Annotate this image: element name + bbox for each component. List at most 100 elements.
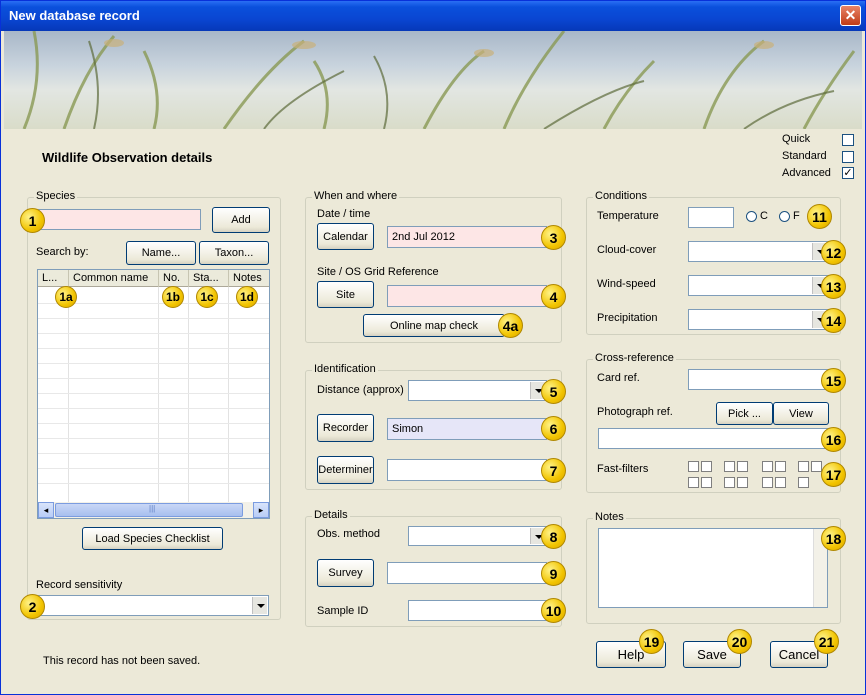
site-grid-ref-field[interactable] bbox=[387, 285, 547, 307]
search-by-taxon-button[interactable]: Taxon... bbox=[199, 241, 269, 265]
obs-method-select[interactable] bbox=[408, 526, 547, 546]
fast-filters-label: Fast-filters bbox=[597, 463, 649, 475]
record-sensitivity-select[interactable] bbox=[38, 595, 269, 616]
mode-label-advanced: Advanced bbox=[782, 167, 831, 179]
callout-badge-2: 2 bbox=[20, 594, 45, 619]
callout-badge-14: 14 bbox=[821, 308, 846, 333]
callout-badge-1b: 1b bbox=[162, 286, 184, 308]
callout-badge-8: 8 bbox=[541, 524, 566, 549]
determiner-button[interactable]: Determiner bbox=[317, 456, 374, 484]
search-by-name-button[interactable]: Name... bbox=[126, 241, 196, 265]
callout-badge-5: 5 bbox=[541, 379, 566, 404]
fast-filter-13[interactable] bbox=[762, 477, 773, 488]
scroll-thumb[interactable]: ||| bbox=[55, 503, 243, 517]
close-button[interactable]: ✕ bbox=[840, 5, 861, 26]
callout-badge-18: 18 bbox=[821, 526, 846, 551]
celsius-radio[interactable] bbox=[746, 211, 757, 222]
callout-badge-13: 13 bbox=[821, 274, 846, 299]
horizontal-scrollbar[interactable]: ◂ ||| ▸ bbox=[38, 502, 269, 518]
fast-filter-15[interactable] bbox=[798, 477, 809, 488]
fahrenheit-label: F bbox=[793, 210, 800, 222]
cloud-cover-select[interactable] bbox=[688, 241, 829, 262]
scroll-left-button[interactable]: ◂ bbox=[38, 502, 54, 518]
fahrenheit-radio[interactable] bbox=[779, 211, 790, 222]
column-header-notes[interactable]: Notes bbox=[229, 270, 269, 287]
temperature-field[interactable] bbox=[688, 207, 734, 228]
wind-speed-select[interactable] bbox=[688, 275, 829, 296]
callout-badge-1a: 1a bbox=[55, 286, 77, 308]
sample-id-field[interactable] bbox=[408, 600, 547, 621]
column-header-status[interactable]: Sta... bbox=[189, 270, 229, 287]
fast-filter-7[interactable] bbox=[798, 461, 809, 472]
survey-field[interactable] bbox=[387, 562, 547, 584]
fast-filter-9[interactable] bbox=[688, 477, 699, 488]
grass-image bbox=[22, 31, 856, 129]
callout-badge-11: 11 bbox=[807, 204, 832, 229]
date-field[interactable]: 2nd Jul 2012 bbox=[387, 226, 547, 248]
notes-group-title: Notes bbox=[593, 511, 626, 523]
photograph-ref-field[interactable] bbox=[598, 428, 828, 449]
callout-badge-9: 9 bbox=[541, 561, 566, 586]
site-button[interactable]: Site bbox=[317, 281, 374, 308]
scroll-right-button[interactable]: ▸ bbox=[253, 502, 269, 518]
distance-select[interactable] bbox=[408, 380, 547, 401]
chevron-down-icon[interactable] bbox=[252, 597, 267, 614]
table-header: L... Common name No. Sta... Notes bbox=[38, 270, 269, 287]
window-title: New database record bbox=[9, 8, 140, 23]
pick-photo-button[interactable]: Pick ... bbox=[716, 402, 773, 425]
wind-speed-label: Wind-speed bbox=[597, 278, 656, 290]
fast-filter-4[interactable] bbox=[737, 461, 748, 472]
survey-button[interactable]: Survey bbox=[317, 559, 374, 587]
callout-badge-16: 16 bbox=[821, 427, 846, 452]
determiner-field[interactable] bbox=[387, 459, 547, 481]
notes-textarea[interactable] bbox=[598, 528, 828, 608]
header-banner-image bbox=[4, 31, 862, 129]
fast-filter-6[interactable] bbox=[775, 461, 786, 472]
add-species-button[interactable]: Add bbox=[212, 207, 270, 233]
species-list-table[interactable]: L... Common name No. Sta... Notes ◂ ||| … bbox=[37, 269, 270, 519]
mode-label-standard: Standard bbox=[782, 150, 827, 162]
precipitation-select[interactable] bbox=[688, 309, 829, 330]
fast-filter-10[interactable] bbox=[701, 477, 712, 488]
date-time-label: Date / time bbox=[317, 208, 371, 220]
cloud-cover-label: Cloud-cover bbox=[597, 244, 657, 256]
column-header-common-name[interactable]: Common name bbox=[69, 270, 159, 287]
load-species-checklist-button[interactable]: Load Species Checklist bbox=[82, 527, 223, 550]
fast-filter-5[interactable] bbox=[762, 461, 773, 472]
callout-badge-20: 20 bbox=[727, 629, 752, 654]
fast-filter-2[interactable] bbox=[701, 461, 712, 472]
fast-filter-12[interactable] bbox=[737, 477, 748, 488]
quick-checkbox[interactable] bbox=[842, 134, 854, 146]
site-grid-ref-label: Site / OS Grid Reference bbox=[317, 266, 439, 278]
calendar-button[interactable]: Calendar bbox=[317, 223, 374, 250]
fast-filter-14[interactable] bbox=[775, 477, 786, 488]
advanced-checkbox[interactable]: ✓ bbox=[842, 167, 854, 179]
when-where-group-title: When and where bbox=[312, 190, 400, 202]
details-group-title: Details bbox=[312, 509, 350, 521]
online-map-check-button[interactable]: Online map check bbox=[363, 314, 505, 337]
view-photo-button[interactable]: View bbox=[773, 402, 829, 425]
scroll-grip-icon: ||| bbox=[149, 504, 156, 513]
fast-filter-3[interactable] bbox=[724, 461, 735, 472]
card-ref-label: Card ref. bbox=[597, 372, 640, 384]
mode-label-quick: Quick bbox=[782, 133, 811, 145]
callout-badge-19: 19 bbox=[639, 629, 664, 654]
standard-checkbox[interactable] bbox=[842, 151, 854, 163]
callout-badge-4a: 4a bbox=[498, 313, 523, 338]
recorder-field[interactable]: Simon bbox=[387, 418, 547, 440]
fast-filter-1[interactable] bbox=[688, 461, 699, 472]
card-ref-field[interactable] bbox=[688, 369, 829, 390]
column-header-number[interactable]: No. bbox=[159, 270, 189, 287]
fast-filter-11[interactable] bbox=[724, 477, 735, 488]
column-header-list[interactable]: L... bbox=[38, 270, 69, 287]
precipitation-label: Precipitation bbox=[597, 312, 658, 324]
callout-badge-3: 3 bbox=[541, 225, 566, 250]
cross-reference-group-title: Cross-reference bbox=[593, 352, 676, 364]
fast-filter-8[interactable] bbox=[811, 461, 822, 472]
record-sensitivity-label: Record sensitivity bbox=[36, 579, 123, 591]
recorder-button[interactable]: Recorder bbox=[317, 414, 374, 442]
callout-badge-17: 17 bbox=[821, 462, 846, 487]
celsius-label: C bbox=[760, 210, 768, 222]
obs-method-label: Obs. method bbox=[317, 528, 380, 540]
species-input[interactable] bbox=[38, 209, 201, 230]
